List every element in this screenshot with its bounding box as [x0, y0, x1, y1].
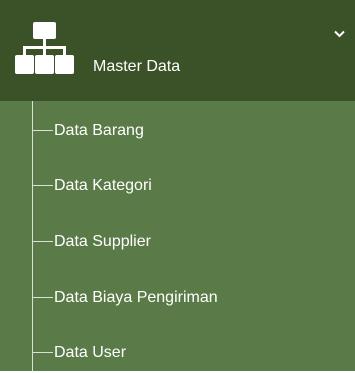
submenu-item-data-biaya-pengiriman[interactable]: Data Biaya Pengiriman: [0, 278, 355, 318]
master-data-menu: Master Data Data Barang Data Kategori Da…: [0, 0, 355, 371]
submenu-item-label: Data Kategori: [54, 177, 152, 194]
tree-connector: [33, 297, 53, 298]
submenu-item-label: Data Supplier: [54, 233, 151, 250]
master-data-menu-header[interactable]: Master Data: [0, 0, 355, 101]
chevron-down-icon[interactable]: [334, 30, 345, 38]
menu-header-label: Master Data: [93, 58, 181, 75]
submenu-item-label: Data User: [54, 344, 127, 361]
tree-connector: [33, 241, 53, 242]
submenu-item-data-kategori[interactable]: Data Kategori: [0, 166, 355, 206]
tree-connector: [33, 352, 53, 353]
submenu-item-label: Data Biaya Pengiriman: [54, 289, 218, 306]
submenu-item-data-user[interactable]: Data User: [0, 333, 355, 373]
submenu-item-data-supplier[interactable]: Data Supplier: [0, 222, 355, 262]
sitemap-icon: [15, 22, 74, 74]
tree-connector: [33, 130, 53, 131]
submenu-item-label: Data Barang: [54, 122, 144, 139]
master-data-submenu: Data Barang Data Kategori Data Supplier …: [0, 101, 355, 371]
tree-connector: [33, 185, 53, 186]
submenu-item-data-barang[interactable]: Data Barang: [0, 111, 355, 151]
